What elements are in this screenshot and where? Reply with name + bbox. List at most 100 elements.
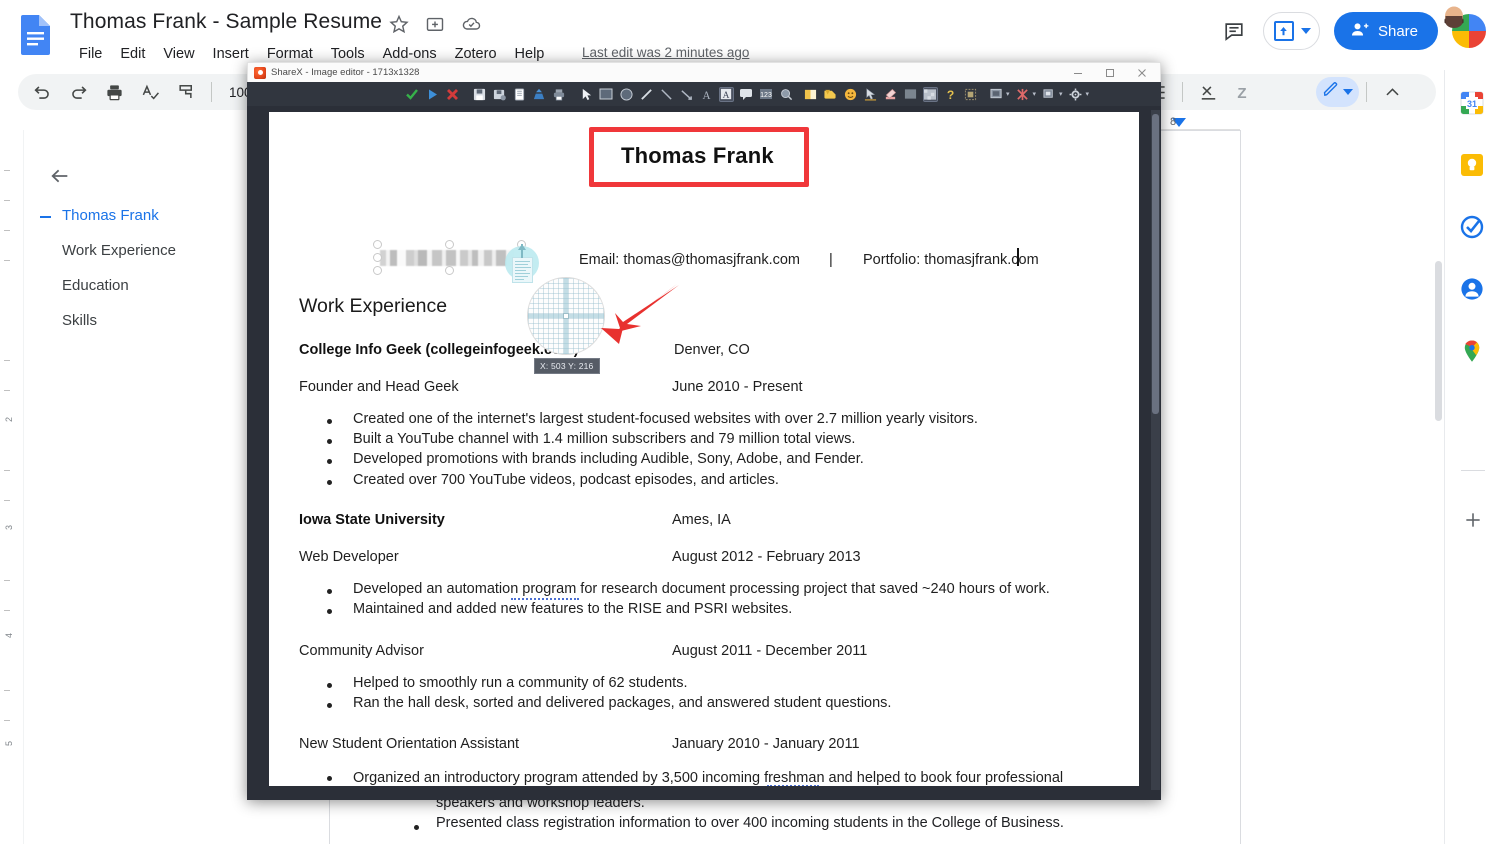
pixelate-icon[interactable] <box>922 86 938 102</box>
undo-icon[interactable] <box>27 77 57 107</box>
pixelated-phone-number[interactable] <box>380 250 514 266</box>
menu-view[interactable]: View <box>154 44 203 64</box>
ellipse-icon[interactable] <box>619 87 634 102</box>
google-tasks-icon[interactable] <box>1459 214 1485 240</box>
freehand-icon[interactable] <box>639 87 654 102</box>
sharex-canvas-scrollbar[interactable] <box>1151 110 1160 790</box>
document-glyph-icon <box>512 257 533 283</box>
google-calendar-icon[interactable]: 31 <box>1459 90 1485 116</box>
menu-help[interactable]: Help <box>506 44 554 64</box>
cancel-x-icon[interactable] <box>445 87 460 102</box>
chevron-down-icon[interactable]: ▾ <box>1033 90 1037 98</box>
line-icon[interactable] <box>659 87 674 102</box>
comment-history-icon[interactable] <box>1219 16 1249 46</box>
document-title[interactable]: Thomas Frank - Sample Resume <box>70 10 382 34</box>
spellcheck-icon[interactable] <box>135 77 165 107</box>
cloud-saved-icon[interactable] <box>461 14 481 34</box>
sidebar-item-skills[interactable]: Skills <box>62 312 97 329</box>
document-scrollbar[interactable] <box>1432 131 1444 844</box>
menu-format[interactable]: Format <box>258 44 322 64</box>
menu-zotero[interactable]: Zotero <box>446 44 506 64</box>
arrow-icon[interactable] <box>679 87 694 102</box>
sidebar-item-work-experience[interactable]: Work Experience <box>62 242 176 259</box>
share-button[interactable]: Share <box>1333 12 1438 50</box>
google-contacts-icon[interactable] <box>1459 276 1485 302</box>
shadow-options-icon[interactable] <box>1015 87 1030 102</box>
menu-insert[interactable]: Insert <box>204 44 258 64</box>
image-options-icon[interactable] <box>1042 87 1057 102</box>
sharex-image-editor-window[interactable]: ShareX - Image editor - 1713x1328 A A 12… <box>247 62 1161 800</box>
smiley-icon[interactable] <box>843 87 858 102</box>
chevron-down-icon[interactable] <box>1300 28 1311 34</box>
select-cursor-icon[interactable] <box>579 87 594 102</box>
resize-handle[interactable] <box>373 240 382 249</box>
chevron-up-icon[interactable] <box>1377 77 1407 107</box>
vertical-ruler[interactable]: 2 3 4 5 <box>0 130 24 844</box>
chevron-down-icon[interactable]: ▾ <box>1059 90 1063 98</box>
cursor-insert-icon[interactable] <box>863 87 878 102</box>
outline-collapse-dash[interactable] <box>40 216 51 218</box>
speech-balloon-icon[interactable] <box>739 87 754 102</box>
contact-portfolio: Portfolio: thomasjfrank.com <box>863 252 1039 268</box>
resize-handle[interactable] <box>373 253 382 262</box>
star-icon[interactable] <box>389 14 409 34</box>
scrollbar-thumb[interactable] <box>1152 114 1159 414</box>
highlight-icon[interactable] <box>883 87 898 102</box>
crop-icon[interactable]: ? <box>943 87 958 102</box>
minimize-icon[interactable] <box>1062 63 1094 83</box>
chevron-down-icon[interactable] <box>1343 89 1353 95</box>
upload-icon[interactable] <box>532 87 547 102</box>
last-edit-status[interactable]: Last edit was 2 minutes ago <box>582 45 749 60</box>
menu-file[interactable]: File <box>70 44 111 64</box>
annotation-arrow-icon[interactable] <box>585 282 681 350</box>
google-keep-icon[interactable] <box>1459 152 1485 178</box>
print-icon[interactable] <box>552 87 567 102</box>
sharex-canvas[interactable]: Thomas Frank Email: thomas@thomasjfrank.… <box>269 112 1139 786</box>
editing-mode-button[interactable] <box>1316 77 1359 107</box>
resize-handle[interactable] <box>445 266 454 275</box>
autosize-icon[interactable] <box>963 87 978 102</box>
add-apps-plus-icon[interactable] <box>1463 510 1483 530</box>
move-to-folder-icon[interactable] <box>425 14 445 34</box>
magnify-icon[interactable] <box>779 87 794 102</box>
print-icon[interactable] <box>99 77 129 107</box>
settings-icon[interactable] <box>1068 87 1083 102</box>
sticker-icon[interactable] <box>823 87 838 102</box>
avatar[interactable] <box>1444 6 1486 48</box>
maximize-icon[interactable] <box>1094 63 1126 83</box>
blur-icon[interactable] <box>903 87 918 102</box>
bullet-1-1-0: Helped to smoothly run a community of 62… <box>353 675 688 691</box>
sidebar-item-education[interactable]: Education <box>62 277 129 294</box>
save-icon[interactable] <box>472 87 487 102</box>
scrollbar-thumb[interactable] <box>1435 261 1442 421</box>
border-options-icon[interactable] <box>989 87 1004 102</box>
menu-add-ons[interactable]: Add-ons <box>374 44 446 64</box>
sidebar-item-thomas-frank[interactable]: Thomas Frank <box>62 207 159 224</box>
close-icon[interactable] <box>1126 63 1158 83</box>
chevron-down-icon[interactable]: ▾ <box>1006 90 1010 98</box>
accept-check-icon[interactable] <box>405 87 420 102</box>
present-to-meet-button[interactable] <box>1262 12 1320 50</box>
google-maps-icon[interactable] <box>1459 338 1485 364</box>
text-background-icon[interactable]: A <box>718 86 734 102</box>
step-counter-icon[interactable]: 123 <box>759 87 774 102</box>
role-title-0-0: Founder and Head Geek <box>299 379 459 395</box>
resize-handle[interactable] <box>445 240 454 249</box>
menu-tools[interactable]: Tools <box>322 44 374 64</box>
sharex-titlebar[interactable]: ShareX - Image editor - 1713x1328 <box>247 62 1161 82</box>
menu-edit[interactable]: Edit <box>111 44 154 64</box>
google-docs-logo[interactable] <box>18 14 54 55</box>
paint-format-icon[interactable] <box>171 77 201 107</box>
arrow-left-icon[interactable] <box>46 162 74 190</box>
text-outline-icon[interactable]: A <box>699 87 714 102</box>
redo-icon[interactable] <box>63 77 93 107</box>
chevron-down-icon[interactable]: ▾ <box>1086 90 1090 98</box>
resize-handle[interactable] <box>373 266 382 275</box>
copy-icon[interactable] <box>512 87 527 102</box>
zotero-icon[interactable]: Z <box>1229 77 1259 107</box>
continue-arrow-icon[interactable] <box>425 87 440 102</box>
rectangle-icon[interactable] <box>599 87 614 102</box>
image-insert-icon[interactable] <box>803 87 818 102</box>
clear-formatting-icon[interactable] <box>1193 77 1223 107</box>
save-as-icon[interactable] <box>492 87 507 102</box>
